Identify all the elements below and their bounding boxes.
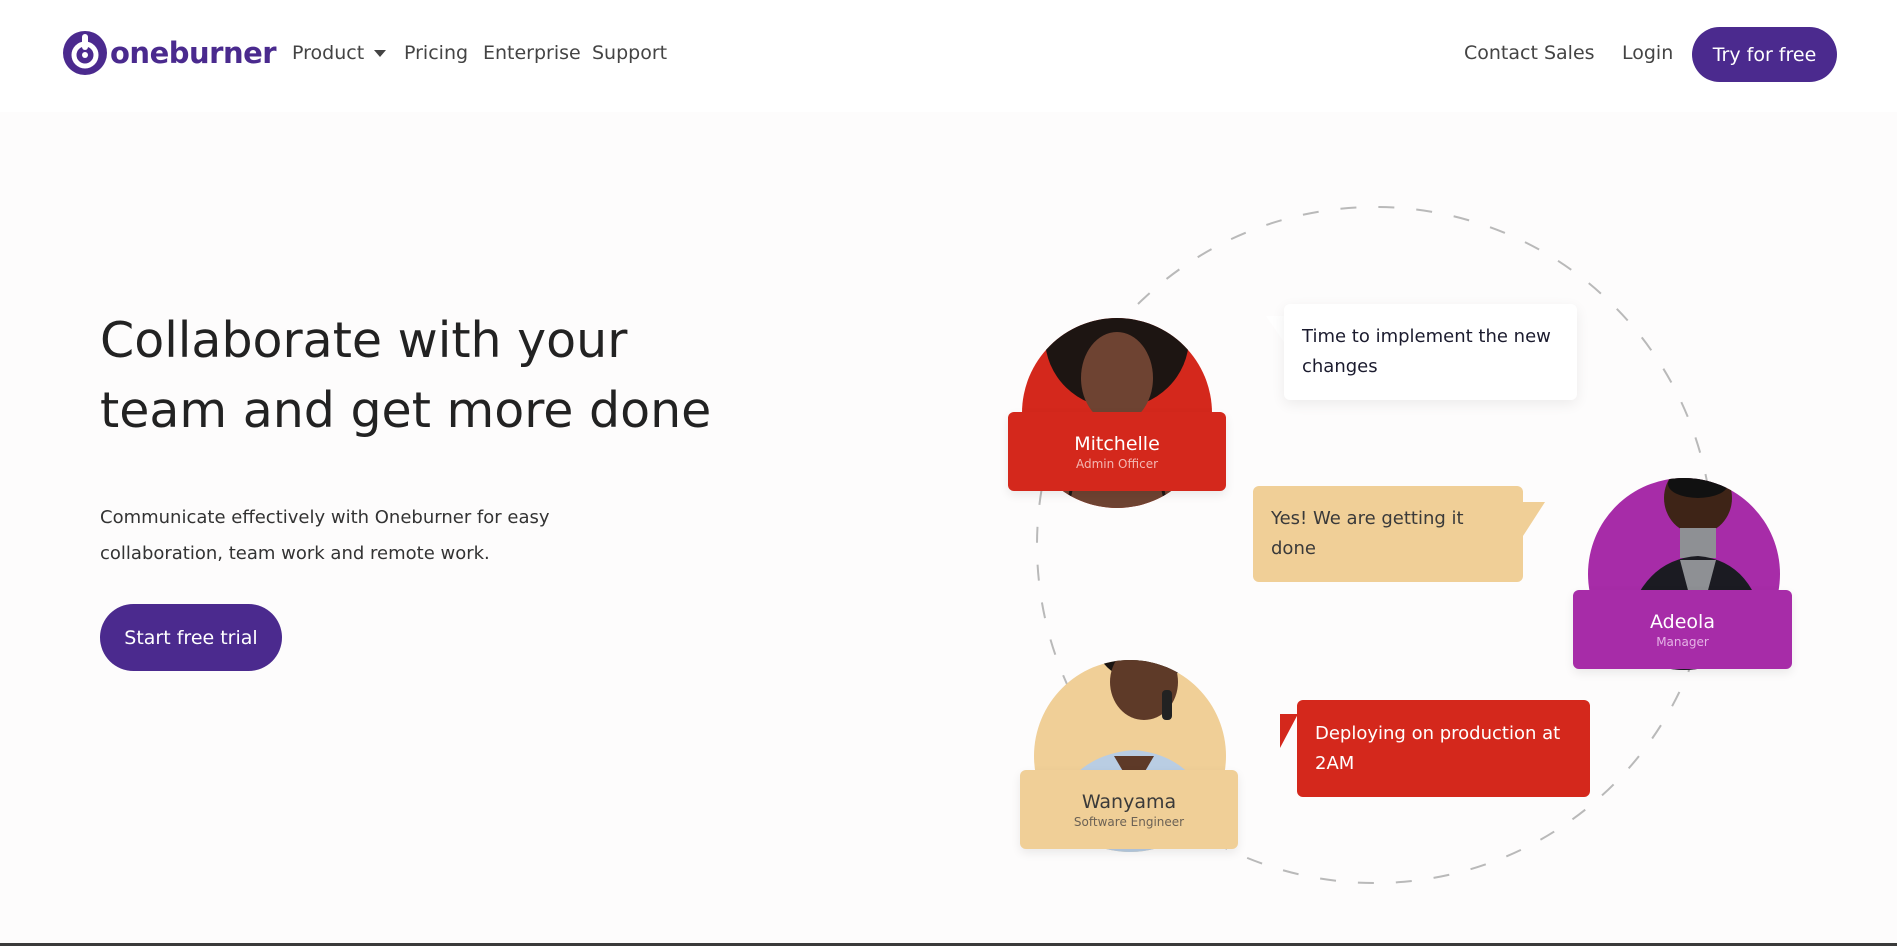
hero-title: Collaborate with your team and get more … xyxy=(100,312,712,439)
brand-wordmark: oneburner xyxy=(110,36,277,70)
try-for-free-button[interactable]: Try for free xyxy=(1692,27,1837,82)
person-name: Wanyama xyxy=(1081,790,1177,813)
message-bubble-1: Time to implement the new changes xyxy=(1284,304,1577,400)
person-name: Adeola xyxy=(1650,610,1715,633)
hero-subtitle: Communicate effectively with Oneburner f… xyxy=(100,507,550,564)
brand-logo[interactable]: oneburner xyxy=(62,30,277,76)
nav-enterprise[interactable]: Enterprise xyxy=(483,42,581,64)
person-role: Manager xyxy=(1656,634,1709,649)
nav-login[interactable]: Login xyxy=(1622,42,1673,64)
person-role: Software Engineer xyxy=(1073,814,1185,829)
top-navigation: oneburner Product Pricing Enterprise Sup… xyxy=(0,0,1897,112)
nav-pricing[interactable]: Pricing xyxy=(404,42,468,64)
bubble-tail xyxy=(1523,502,1545,536)
nav-product-label: Product xyxy=(292,42,365,64)
start-free-trial-button[interactable]: Start free trial xyxy=(100,604,282,671)
message-bubble-3: Deploying on production at 2AM xyxy=(1297,700,1590,797)
bubble-tail xyxy=(1266,316,1284,342)
name-card-mitchelle: Mitchelle Admin Officer xyxy=(1008,412,1226,491)
message-text: Deploying on production at 2AM xyxy=(1315,722,1561,774)
name-card-adeola: Adeola Manager xyxy=(1573,590,1792,669)
message-text: Time to implement the new changes xyxy=(1302,326,1551,377)
chevron-down-icon xyxy=(374,49,387,57)
person-name: Mitchelle xyxy=(1074,432,1160,455)
message-bubble-2: Yes! We are getting it done xyxy=(1253,486,1523,582)
message-text: Yes! We are getting it done xyxy=(1271,508,1464,559)
nav-support[interactable]: Support xyxy=(592,42,667,64)
bubble-tail xyxy=(1280,714,1298,748)
person-role: Admin Officer xyxy=(1075,456,1159,471)
name-card-wanyama: Wanyama Software Engineer xyxy=(1020,770,1238,849)
nav-product[interactable]: Product xyxy=(292,42,387,64)
oneburner-logo-icon xyxy=(63,31,107,75)
nav-contact-sales[interactable]: Contact Sales xyxy=(1464,42,1595,64)
